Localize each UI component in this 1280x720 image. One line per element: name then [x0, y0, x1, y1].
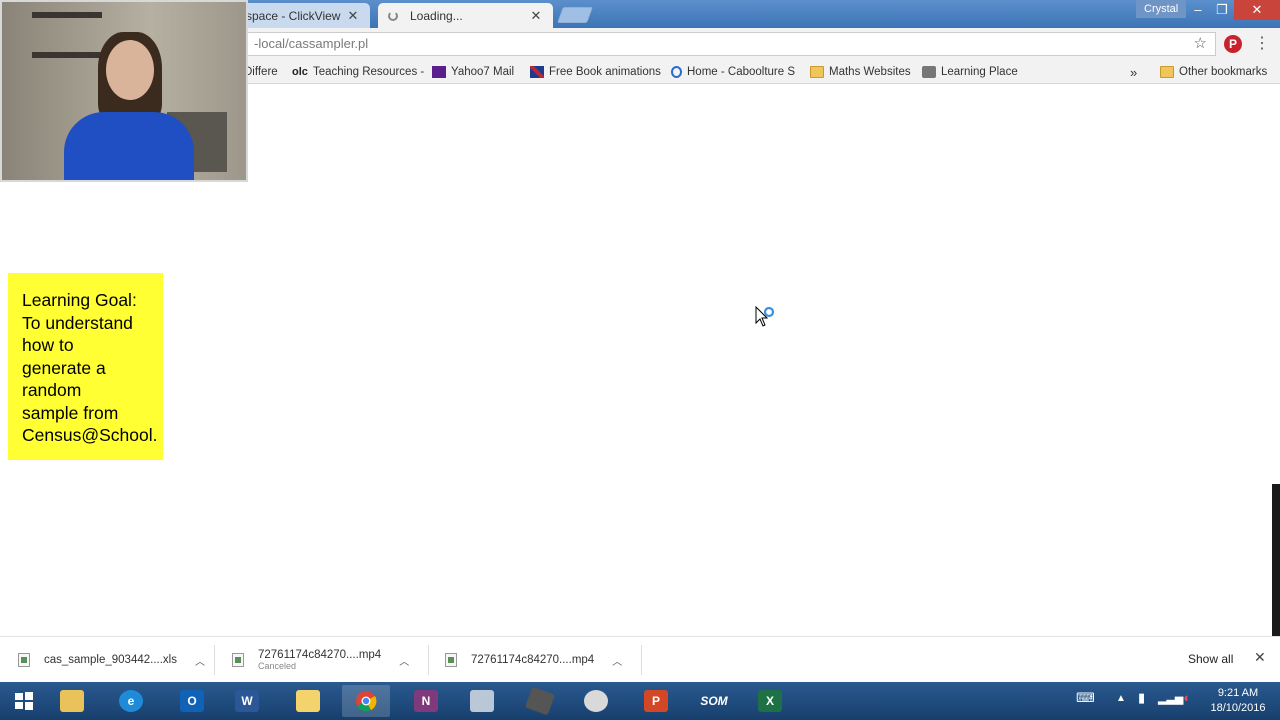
busy-cursor-icon	[755, 306, 775, 327]
bookmark-label: Maths Websites	[829, 66, 911, 78]
bookmark-item[interactable]: Home - Caboolture S	[671, 63, 795, 81]
download-status: Canceled	[258, 661, 297, 671]
scrollbar[interactable]	[1272, 484, 1280, 636]
bookmark-item[interactable]: olc Teaching Resources -	[292, 63, 424, 81]
download-filename: cas_sample_903442....xls	[44, 654, 177, 666]
tab-loading[interactable]: Loading... ✕	[378, 3, 553, 28]
download-filename: 72761174c84270....mp4	[258, 649, 382, 661]
bookmark-label: Other bookmarks	[1179, 66, 1268, 78]
bookmark-label: Teaching Resources -	[313, 66, 425, 78]
downloads-close-icon[interactable]: ✕	[1254, 649, 1266, 666]
bookmark-item[interactable]: Differe	[244, 63, 278, 81]
system-clock[interactable]: 9:21 AM 18/10/2016	[1206, 686, 1270, 716]
tab-label: Loading...	[410, 8, 463, 23]
learning-place-icon	[922, 66, 936, 78]
graphics-calculator-icon[interactable]	[516, 685, 564, 717]
chevron-up-icon[interactable]: ︿	[195, 653, 205, 668]
bookmark-label: Differe	[244, 66, 278, 78]
bookmark-star-icon[interactable]: ☆	[1194, 33, 1207, 55]
tab-close-icon[interactable]: ✕	[529, 8, 543, 24]
bookmark-label: Home - Caboolture S	[687, 66, 796, 78]
loading-spinner-icon	[388, 10, 398, 21]
tab-clickview[interactable]: space - ClickView ✕	[236, 3, 370, 28]
tab-label: space - ClickView	[246, 8, 341, 23]
outlook-icon[interactable]: O	[168, 685, 216, 717]
network-icon[interactable]: ▂▃▅	[1158, 692, 1183, 705]
onenote-icon[interactable]: N	[402, 685, 450, 717]
bookmark-item[interactable]: Learning Place	[922, 63, 1018, 81]
bookmark-item[interactable]: Free Book animations	[530, 63, 661, 81]
screen: space - ClickView ✕ Loading... ✕ Crystal…	[0, 0, 1280, 720]
window-close-icon[interactable]: ✕	[1234, 0, 1280, 20]
bookmarks-overflow-icon[interactable]: »	[1130, 63, 1137, 81]
som-app-icon[interactable]: SOM	[690, 685, 738, 717]
clock-date: 18/10/2016	[1210, 702, 1266, 714]
bookmark-label: Free Book animations	[549, 66, 661, 78]
bookmark-label: Yahoo7 Mail	[451, 66, 515, 78]
chevron-up-icon[interactable]: ︿	[399, 653, 409, 668]
battery-icon[interactable]: ▮	[1138, 690, 1145, 706]
keyboard-icon[interactable]: ⌨	[1076, 690, 1095, 706]
tab-close-icon[interactable]: ✕	[346, 8, 360, 24]
word-icon[interactable]: W	[223, 685, 271, 717]
windows-taskbar: e O W N P SOM X ⌨ ▲ ▮ ▂▃▅ ◖ 9:21 AM 18/1…	[0, 682, 1280, 720]
bookmark-folder[interactable]: Maths Websites	[810, 63, 911, 81]
other-bookmarks[interactable]: Other bookmarks	[1160, 63, 1267, 81]
volume-muted-icon[interactable]: ◖	[1182, 690, 1190, 705]
download-item[interactable]: 72761174c84270....mp4 Canceled ︿	[232, 637, 409, 683]
bookmark-label: Learning Place	[941, 66, 1018, 78]
folder-icon	[1160, 66, 1174, 78]
snipping-tool-icon[interactable]	[572, 685, 620, 717]
download-filename: 72761174c84270....mp4	[471, 654, 595, 666]
clock-time: 9:21 AM	[1217, 687, 1259, 699]
uk-flag-icon	[530, 66, 544, 78]
webcam-overlay	[0, 0, 248, 182]
chrome-menu-icon[interactable]: ⋮	[1254, 34, 1270, 54]
address-text: -local/cassampler.pl	[254, 36, 369, 51]
yahoo-mail-icon	[432, 66, 446, 78]
xls-file-icon	[18, 653, 30, 667]
tray-expand-icon[interactable]: ▲	[1116, 693, 1126, 704]
learning-goal-note: Learning Goal: To understand how to gene…	[8, 273, 163, 460]
windows-start-icon[interactable]	[0, 685, 48, 717]
calculator-icon[interactable]	[458, 685, 506, 717]
folder-icon[interactable]	[284, 685, 332, 717]
home-site-icon	[671, 66, 682, 78]
pinterest-icon[interactable]: P	[1224, 35, 1242, 53]
excel-icon[interactable]: X	[746, 685, 794, 717]
bookmark-item[interactable]: Yahoo7 Mail	[432, 63, 514, 81]
powerpoint-icon[interactable]: P	[632, 685, 680, 717]
mp4-file-icon	[232, 653, 244, 667]
new-tab-button[interactable]	[557, 7, 593, 23]
downloads-bar: cas_sample_903442....xls ︿ 72761174c8427…	[0, 636, 1280, 682]
chrome-icon[interactable]	[342, 685, 390, 717]
download-item[interactable]: 72761174c84270....mp4 ︿	[445, 637, 622, 683]
show-all-button[interactable]: Show all	[1176, 647, 1245, 671]
chevron-up-icon[interactable]: ︿	[612, 653, 622, 668]
address-bar[interactable]: -local/cassampler.pl ☆	[246, 32, 1216, 56]
mp4-file-icon	[445, 653, 457, 667]
olc-icon: olc	[292, 66, 308, 78]
internet-explorer-icon[interactable]: e	[107, 685, 155, 717]
file-explorer-icon[interactable]	[48, 685, 96, 717]
profile-button[interactable]: Crystal	[1136, 0, 1187, 18]
folder-icon	[810, 66, 824, 78]
download-item[interactable]: cas_sample_903442....xls ︿	[18, 637, 205, 683]
